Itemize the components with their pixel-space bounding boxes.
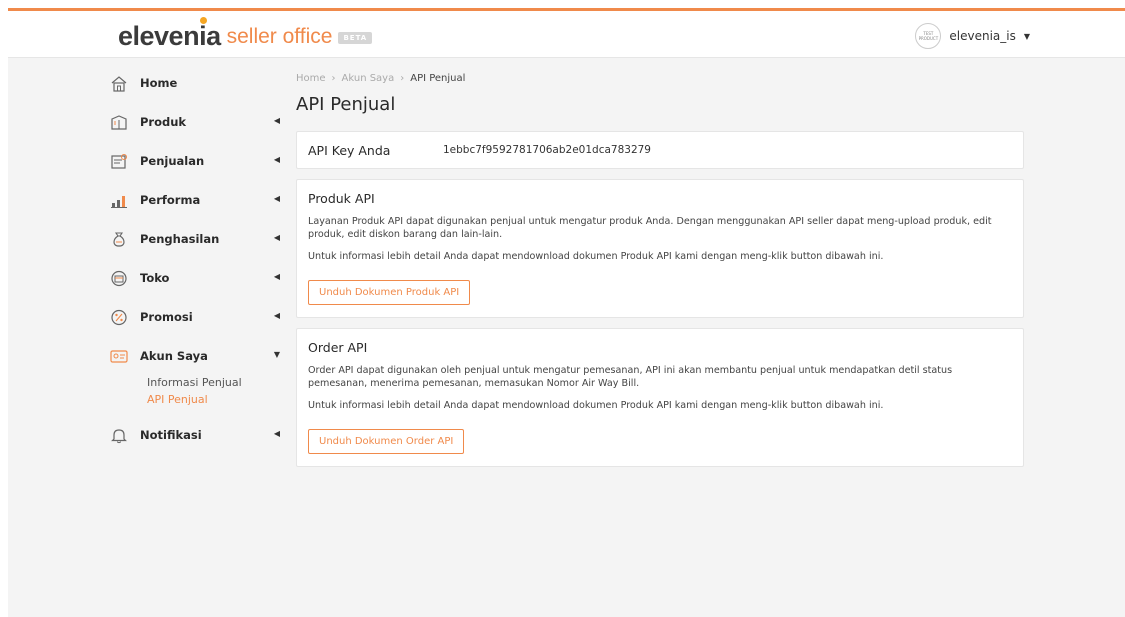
income-icon xyxy=(110,230,132,248)
sidebar-item-notifikasi[interactable]: Notifikasi ◀ xyxy=(110,422,280,448)
sidebar-item-label: Penghasilan xyxy=(140,232,220,246)
order-api-info: Untuk informasi lebih detail Anda dapat … xyxy=(308,400,884,411)
performance-icon xyxy=(110,191,132,209)
logo-subtitle: seller office xyxy=(226,25,333,48)
sidebar-item-label: Toko xyxy=(140,271,170,285)
sidebar-item-label: Penjualan xyxy=(140,154,205,168)
chevron-left-icon: ◀ xyxy=(273,155,280,164)
chevron-left-icon: ◀ xyxy=(273,116,280,125)
order-api-title: Order API xyxy=(308,340,368,355)
page-title: API Penjual xyxy=(296,94,396,115)
chevron-left-icon: ◀ xyxy=(273,429,280,438)
chevron-right-icon: › xyxy=(400,72,405,84)
sidebar-subitem-api-penjual[interactable]: API Penjual xyxy=(147,391,280,408)
sidebar-item-label: Notifikasi xyxy=(140,428,202,442)
api-key-value: 1ebbc7f9592781706ab2e01dca783279 xyxy=(443,144,651,156)
produk-api-description: Layanan Produk API dapat digunakan penju… xyxy=(308,216,992,240)
breadcrumb-akun-saya[interactable]: Akun Saya xyxy=(342,73,395,84)
breadcrumb: Home › Akun Saya › API Penjual xyxy=(296,70,1024,86)
product-icon xyxy=(110,113,132,131)
sales-icon xyxy=(110,152,132,170)
api-key-label: API Key Anda xyxy=(308,142,391,158)
api-key-card: API Key Anda 1ebbc7f9592781706ab2e01dca7… xyxy=(296,131,1024,169)
sidebar-item-label: Performa xyxy=(140,193,201,207)
produk-api-info: Untuk informasi lebih detail Anda dapat … xyxy=(308,251,884,262)
breadcrumb-current: API Penjual xyxy=(410,72,466,84)
username: elevenia_is xyxy=(949,29,1016,43)
sidebar-item-penjualan[interactable]: Penjualan ◀ xyxy=(110,148,280,174)
app-window: elevenia seller office BETA TEST PRODUCT… xyxy=(8,8,1125,617)
bell-icon xyxy=(110,426,132,444)
chevron-left-icon: ◀ xyxy=(273,233,280,242)
sidebar: Home Produk ◀ Penjualan ◀ Performa ◀ Pen… xyxy=(110,70,280,461)
produk-api-title: Produk API xyxy=(308,191,375,206)
sidebar-item-akun-saya[interactable]: Akun Saya ▼ xyxy=(110,343,280,369)
sidebar-item-toko[interactable]: Toko ◀ xyxy=(110,265,280,291)
order-api-description: Order API dapat digunakan oleh penjual u… xyxy=(308,365,953,389)
beta-badge: BETA xyxy=(338,32,373,44)
sidebar-item-produk[interactable]: Produk ◀ xyxy=(110,109,280,135)
main-content: Home › Akun Saya › API Penjual API Penju… xyxy=(296,70,1024,467)
store-icon xyxy=(110,269,132,287)
logo[interactable]: elevenia seller office BETA xyxy=(118,17,373,51)
download-order-api-button[interactable]: Unduh Dokumen Order API xyxy=(308,429,465,454)
promo-icon xyxy=(110,308,132,326)
caret-down-icon: ▼ xyxy=(1023,31,1030,41)
sidebar-item-home[interactable]: Home xyxy=(110,70,280,96)
chevron-left-icon: ◀ xyxy=(273,311,280,320)
produk-api-card: Produk API Layanan Produk API dapat digu… xyxy=(296,179,1024,318)
sidebar-item-label: Home xyxy=(140,76,178,90)
chevron-left-icon: ◀ xyxy=(273,272,280,281)
chevron-down-icon: ▼ xyxy=(273,350,280,359)
sidebar-item-penghasilan[interactable]: Penghasilan ◀ xyxy=(110,226,280,252)
sidebar-item-label: Promosi xyxy=(140,310,193,324)
order-api-card: Order API Order API dapat digunakan oleh… xyxy=(296,328,1024,467)
logo-brand: elevenia xyxy=(118,17,221,51)
sidebar-subitem-informasi-penjual[interactable]: Informasi Penjual xyxy=(147,374,280,391)
avatar: TEST PRODUCT xyxy=(915,23,942,49)
breadcrumb-home[interactable]: Home xyxy=(296,73,326,84)
top-bar: elevenia seller office BETA TEST PRODUCT… xyxy=(8,8,1125,58)
account-icon xyxy=(110,347,132,365)
chevron-left-icon: ◀ xyxy=(273,194,280,203)
home-icon xyxy=(110,74,132,92)
sidebar-submenu: Informasi Penjual API Penjual xyxy=(147,374,280,408)
user-menu[interactable]: TEST PRODUCT elevenia_is ▼ xyxy=(915,23,1030,49)
sidebar-item-performa[interactable]: Performa ◀ xyxy=(110,187,280,213)
sidebar-item-label: Produk xyxy=(140,115,187,129)
sidebar-item-promosi[interactable]: Promosi ◀ xyxy=(110,304,280,330)
download-produk-api-button[interactable]: Unduh Dokumen Produk API xyxy=(308,280,471,305)
sidebar-item-label: Akun Saya xyxy=(140,349,208,363)
chevron-right-icon: › xyxy=(331,72,336,84)
